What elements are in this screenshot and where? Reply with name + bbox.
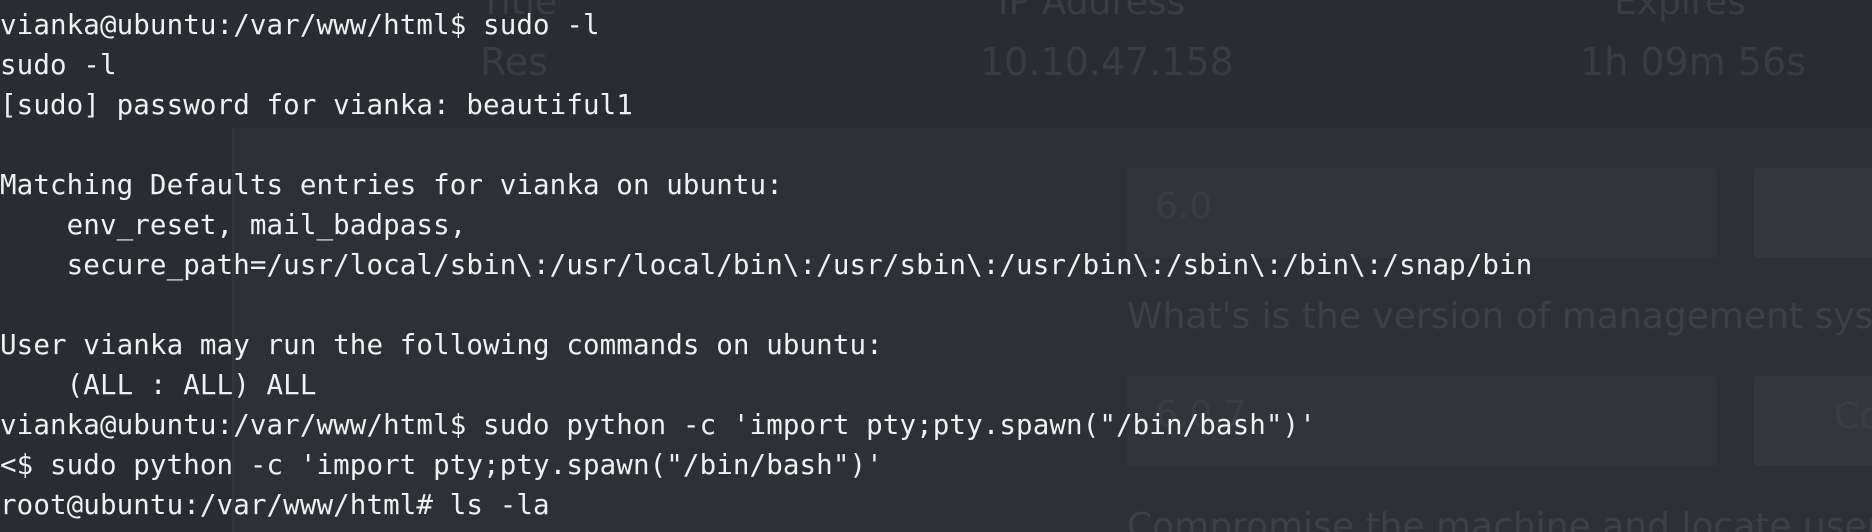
terminal-prompt-line: root@ubuntu:/var/www/html# ls -la — [0, 489, 550, 521]
terminal-line: <$ sudo python -c 'import pty;pty.spawn(… — [0, 449, 883, 481]
terminal-line: vianka@ubuntu:/var/www/html$ sudo python… — [0, 409, 1316, 441]
terminal-line: (ALL : ALL) ALL — [0, 369, 317, 401]
terminal-line: sudo -l — [0, 49, 117, 81]
terminal-line: Matching Defaults entries for vianka on … — [0, 169, 783, 201]
screen: Title IP Address Expires Res 10.10.47.15… — [0, 0, 1872, 532]
terminal-line: vianka@ubuntu:/var/www/html$ sudo -l — [0, 9, 600, 41]
terminal-line: [sudo] password for vianka: beautiful1 — [0, 89, 633, 121]
terminal-line: secure_path=/usr/local/sbin\:/usr/local/… — [0, 249, 1533, 281]
terminal-line: User vianka may run the following comman… — [0, 329, 883, 361]
terminal-output[interactable]: vianka@ubuntu:/var/www/html$ sudo -l sud… — [0, 0, 1872, 532]
terminal-line: env_reset, mail_badpass, — [0, 209, 467, 241]
